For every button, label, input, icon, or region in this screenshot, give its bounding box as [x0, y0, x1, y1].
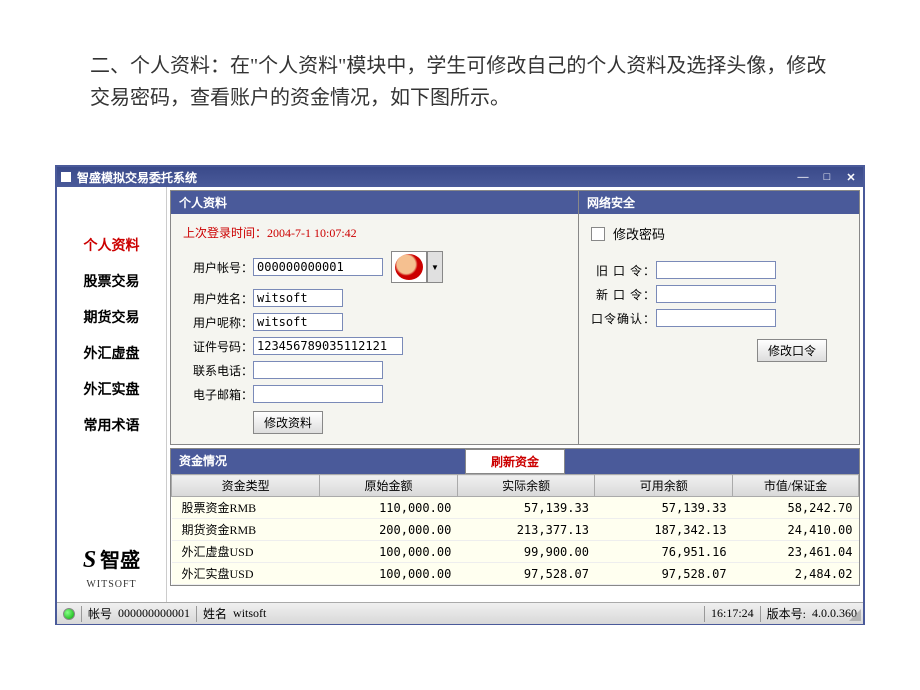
change-password-label: 修改密码 — [613, 224, 665, 243]
statusbar: 帐号 000000000001 姓名 witsoft 16:17:24 版本号:… — [57, 602, 863, 624]
cell-mv: 2,484.02 — [733, 563, 859, 585]
status-account-label: 帐号 — [88, 605, 112, 622]
col-avail: 可用余额 — [595, 475, 733, 497]
phone-label: 联系电话： — [183, 362, 253, 379]
sidebar-item-glossary[interactable]: 常用术语 — [84, 407, 140, 443]
old-pw-label: 旧 口 令： — [591, 262, 656, 279]
profile-header: 个人资料 — [171, 191, 578, 214]
funds-table-header-row: 资金类型 原始金额 实际余额 可用余额 市值/保证金 — [172, 475, 859, 497]
refresh-funds-button[interactable]: 刷新资金 — [465, 449, 565, 474]
resize-handle-icon[interactable] — [849, 609, 861, 621]
new-pw-label: 新 口 令： — [591, 286, 656, 303]
table-row: 期货资金RMB200,000.00213,377.13187,342.1324,… — [172, 519, 859, 541]
col-mv: 市值/保证金 — [733, 475, 859, 497]
sidebar-item-futures[interactable]: 期货交易 — [84, 299, 140, 335]
name-input[interactable] — [253, 289, 343, 307]
logo-brand-cn: 智盛 — [100, 550, 140, 572]
name-label: 用户姓名： — [183, 290, 253, 307]
status-time: 16:17:24 — [711, 606, 754, 621]
new-password-input[interactable] — [656, 285, 776, 303]
cell-avail: 57,139.33 — [595, 497, 733, 519]
cell-avail: 76,951.16 — [595, 541, 733, 563]
id-label: 证件号码： — [183, 338, 253, 355]
col-orig: 原始金额 — [320, 475, 458, 497]
cell-orig: 100,000.00 — [320, 563, 458, 585]
connection-status-icon — [63, 608, 75, 620]
modify-password-button[interactable]: 修改口令 — [757, 339, 827, 362]
cell-mv: 23,461.04 — [733, 541, 859, 563]
app-icon — [61, 172, 71, 182]
profile-panel: 个人资料 上次登录时间：2004-7-1 10:07:42 用户帐号： ▼ — [171, 191, 579, 444]
titlebar: 智盛模拟交易委托系统 — □ ✕ — [57, 167, 863, 187]
document-intro: 二、个人资料：在"个人资料"模块中，学生可修改自己的个人资料及选择头像，修改交易… — [0, 0, 920, 134]
logo-brand-en: WITSOFT — [86, 579, 136, 590]
status-name-value: witsoft — [233, 606, 266, 621]
logo-mark: S — [83, 547, 96, 573]
main-pane: 个人资料 上次登录时间：2004-7-1 10:07:42 用户帐号： ▼ — [167, 187, 863, 602]
cell-type: 外汇虚盘USD — [172, 541, 320, 563]
cell-avail: 187,342.13 — [595, 519, 733, 541]
confirm-password-input[interactable] — [656, 309, 776, 327]
col-actual: 实际余额 — [457, 475, 595, 497]
funds-header-spacer — [565, 449, 859, 474]
sidebar: 个人资料 股票交易 期货交易 外汇虚盘 外汇实盘 常用术语 S 智盛 WITSO… — [57, 187, 167, 602]
security-header: 网络安全 — [579, 191, 859, 214]
nick-input[interactable] — [253, 313, 343, 331]
funds-panel: 资金情况 刷新资金 资金类型 原始金额 实际余额 可用余额 市值/保证金 股票资… — [170, 448, 860, 586]
cell-orig: 200,000.00 — [320, 519, 458, 541]
security-panel: 网络安全 修改密码 旧 口 令： 新 口 令： — [579, 191, 859, 444]
cell-avail: 97,528.07 — [595, 563, 733, 585]
maximize-button[interactable]: □ — [815, 169, 839, 185]
table-row: 外汇实盘USD100,000.0097,528.0797,528.072,484… — [172, 563, 859, 585]
change-password-checkbox[interactable] — [591, 227, 605, 241]
cell-actual: 213,377.13 — [457, 519, 595, 541]
funds-header: 资金情况 — [171, 449, 465, 474]
last-login-time: 上次登录时间：2004-7-1 10:07:42 — [183, 224, 566, 241]
account-label: 用户帐号： — [183, 259, 253, 276]
col-type: 资金类型 — [172, 475, 320, 497]
email-input[interactable] — [253, 385, 383, 403]
sidebar-item-stock[interactable]: 股票交易 — [84, 263, 140, 299]
cell-type: 期货资金RMB — [172, 519, 320, 541]
confirm-pw-label: 口令确认： — [591, 310, 656, 327]
cell-mv: 58,242.70 — [733, 497, 859, 519]
close-button[interactable]: ✕ — [839, 169, 863, 185]
cell-orig: 100,000.00 — [320, 541, 458, 563]
status-version-label: 版本号: — [767, 605, 806, 622]
sidebar-item-profile[interactable]: 个人资料 — [84, 227, 140, 263]
sidebar-item-fx-virtual[interactable]: 外汇虚盘 — [84, 335, 140, 371]
avatar — [391, 251, 427, 283]
id-input[interactable] — [253, 337, 403, 355]
window-title: 智盛模拟交易委托系统 — [77, 169, 197, 186]
funds-table: 资金类型 原始金额 实际余额 可用余额 市值/保证金 股票资金RMB110,00… — [171, 474, 859, 585]
cell-type: 股票资金RMB — [172, 497, 320, 519]
old-password-input[interactable] — [656, 261, 776, 279]
avatar-image — [395, 254, 423, 280]
app-window: 智盛模拟交易委托系统 — □ ✕ 个人资料 股票交易 期货交易 外汇虚盘 外汇实… — [55, 165, 865, 625]
cell-type: 外汇实盘USD — [172, 563, 320, 585]
table-row: 外汇虚盘USD100,000.0099,900.0076,951.1623,46… — [172, 541, 859, 563]
cell-actual: 97,528.07 — [457, 563, 595, 585]
cell-orig: 110,000.00 — [320, 497, 458, 519]
avatar-dropdown[interactable]: ▼ — [427, 251, 443, 283]
status-account-value: 000000000001 — [118, 606, 190, 621]
email-label: 电子邮箱： — [183, 386, 253, 403]
table-row: 股票资金RMB110,000.0057,139.3357,139.3358,24… — [172, 497, 859, 519]
cell-actual: 99,900.00 — [457, 541, 595, 563]
cell-mv: 24,410.00 — [733, 519, 859, 541]
account-input[interactable] — [253, 258, 383, 276]
phone-input[interactable] — [253, 361, 383, 379]
status-name-label: 姓名 — [203, 605, 227, 622]
modify-profile-button[interactable]: 修改资料 — [253, 411, 323, 434]
logo: S 智盛 WITSOFT — [83, 544, 140, 592]
sidebar-item-fx-real[interactable]: 外汇实盘 — [84, 371, 140, 407]
minimize-button[interactable]: — — [791, 169, 815, 185]
nick-label: 用户呢称： — [183, 314, 253, 331]
cell-actual: 57,139.33 — [457, 497, 595, 519]
